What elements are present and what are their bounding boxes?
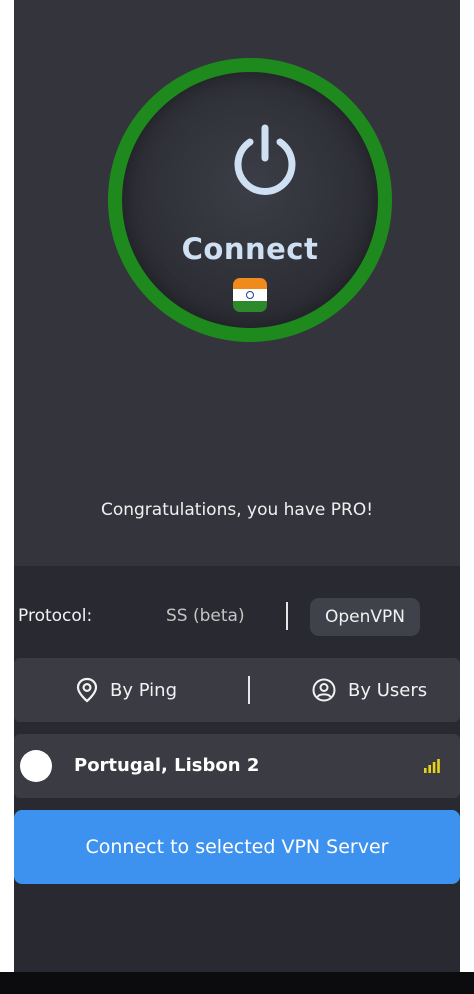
server-radio[interactable] [20, 750, 52, 782]
connect-label: Connect [181, 232, 319, 266]
signal-bars-icon [424, 759, 440, 773]
india-flag-icon[interactable] [233, 278, 267, 312]
protocol-option-ss[interactable]: SS (beta) [166, 606, 245, 626]
sort-divider [248, 676, 250, 704]
server-list-item[interactable]: Portugal, Lisbon 2 [14, 734, 460, 798]
sort-by-users-label: By Users [348, 679, 428, 701]
sort-by-ping-label: By Ping [110, 679, 178, 701]
protocol-label: Protocol: [18, 606, 93, 626]
connect-selected-server-button[interactable]: Connect to selected VPN Server [14, 810, 460, 884]
sort-by-ping-button[interactable]: By Ping [76, 658, 177, 722]
server-panel: Protocol: SS (beta) OpenVPN By Ping By U… [14, 566, 460, 972]
sort-by-users-button[interactable]: By Users [312, 658, 427, 722]
pro-status-message: Congratulations, you have PRO! [100, 500, 374, 520]
power-icon [234, 124, 296, 195]
sort-bar: By Ping By Users [14, 658, 460, 722]
vpn-app-screen: Connect Congratulations, you have PRO! P… [14, 0, 460, 994]
location-pin-icon [76, 677, 98, 703]
protocol-divider [286, 602, 288, 630]
protocol-option-openvpn[interactable]: OpenVPN [310, 598, 420, 636]
server-name: Portugal, Lisbon 2 [74, 755, 260, 776]
user-circle-icon [312, 678, 336, 702]
bottom-bar [0, 972, 474, 994]
connect-power-button[interactable]: Connect [108, 58, 392, 342]
